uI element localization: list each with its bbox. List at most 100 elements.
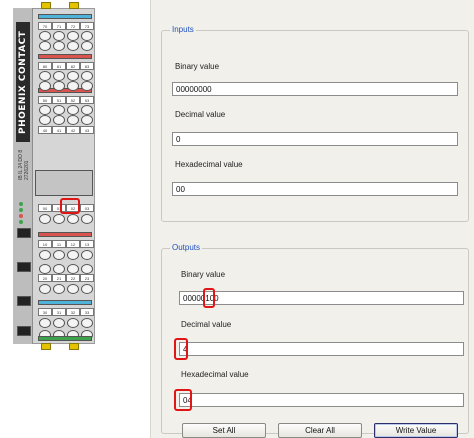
output-color-bar — [38, 336, 92, 341]
output-number: 32 — [66, 308, 80, 316]
inputs-hex-field[interactable]: 00 — [172, 182, 458, 196]
terminal-slot — [39, 31, 51, 41]
terminal-slot — [39, 115, 51, 125]
inputs-hex-label: Hexadecimal value — [175, 160, 243, 169]
terminal-number: 52 — [66, 96, 80, 104]
side-marker — [17, 326, 31, 336]
terminal-number: 40 — [38, 126, 52, 134]
model-code: IB IL 24 DO 8 2726201 — [18, 149, 30, 180]
terminal-slot — [81, 31, 93, 41]
inputs-decimal-label: Decimal value — [175, 110, 226, 119]
output-number: 22 — [66, 274, 80, 282]
outputs-hex-field[interactable]: 04 — [179, 393, 464, 407]
output-color-bar — [38, 232, 92, 237]
output-number: 31 — [52, 308, 66, 316]
output-number: 33 — [80, 308, 94, 316]
output-slot — [81, 250, 93, 260]
terminal-slot — [81, 105, 93, 115]
output-slot — [67, 264, 79, 274]
terminal-slot — [39, 105, 51, 115]
terminal-number: 82 — [66, 62, 80, 70]
top-clip — [41, 2, 51, 9]
output-number: 03 — [80, 204, 94, 212]
outputs-hex-label: Hexadecimal value — [181, 370, 249, 379]
terminal-number: 81 — [52, 62, 66, 70]
output-slot — [53, 214, 65, 224]
highlight-binary-bit — [203, 288, 215, 308]
brand-logo: PHOENIX CONTACT — [16, 22, 30, 142]
inputs-binary-field[interactable]: 00000000 — [172, 82, 458, 96]
output-number: 13 — [80, 240, 94, 248]
highlight-device-terminal — [60, 198, 80, 214]
highlight-hex-value — [174, 389, 192, 411]
terminal-number: 80 — [38, 62, 52, 70]
terminal-number: 53 — [80, 96, 94, 104]
terminal-slot — [53, 41, 65, 51]
output-slot — [81, 264, 93, 274]
output-number: 30 — [38, 308, 52, 316]
output-number: 12 — [66, 240, 80, 248]
output-slot — [39, 214, 51, 224]
bottom-clip — [41, 343, 51, 350]
status-led — [19, 208, 23, 212]
terminal-slot — [67, 31, 79, 41]
outputs-binary-field[interactable]: 00000100 — [179, 291, 464, 305]
output-slot — [81, 284, 93, 294]
terminal-slot — [81, 41, 93, 51]
terminal-slot — [39, 41, 51, 51]
inputs-decimal-field[interactable]: 0 — [172, 132, 458, 146]
terminal-number: 73 — [80, 22, 94, 30]
outputs-decimal-label: Decimal value — [181, 320, 232, 329]
output-number: 23 — [80, 274, 94, 282]
output-number: 11 — [52, 240, 66, 248]
highlight-decimal-value — [174, 338, 188, 360]
output-slot — [81, 214, 93, 224]
terminal-number: 43 — [80, 126, 94, 134]
write-value-button[interactable]: Write Value — [374, 423, 458, 438]
output-slot — [67, 284, 79, 294]
terminal-slot — [81, 71, 93, 81]
output-slot — [39, 284, 51, 294]
terminal-number: 42 — [66, 126, 80, 134]
terminal-slot — [53, 71, 65, 81]
clear-all-button[interactable]: Clear All — [278, 423, 362, 438]
top-clip — [69, 2, 79, 9]
status-led — [19, 214, 23, 218]
inputs-binary-label: Binary value — [175, 62, 220, 71]
terminal-number: 41 — [52, 126, 66, 134]
terminal-slot — [53, 115, 65, 125]
terminal-slot — [67, 105, 79, 115]
io-panel: Inputs Binary value 00000000 Decimal val… — [150, 0, 474, 438]
side-marker — [17, 262, 31, 272]
output-slot — [67, 318, 79, 328]
terminal-slot — [67, 41, 79, 51]
terminal-number: 71 — [52, 22, 66, 30]
output-slot — [39, 318, 51, 328]
terminal-slot — [81, 81, 93, 91]
output-slot — [67, 250, 79, 260]
terminal-slot — [53, 81, 65, 91]
terminal-slot — [81, 115, 93, 125]
terminal-number: 70 — [38, 22, 52, 30]
status-led — [19, 202, 23, 206]
output-slot — [67, 214, 79, 224]
terminal-color-bar — [38, 54, 92, 59]
terminal-number: 72 — [66, 22, 80, 30]
outputs-binary-label: Binary value — [181, 270, 226, 279]
output-slot — [39, 264, 51, 274]
terminal-number: 83 — [80, 62, 94, 70]
terminal-slot — [67, 71, 79, 81]
output-slot — [81, 318, 93, 328]
output-slot — [39, 250, 51, 260]
side-marker — [17, 228, 31, 238]
outputs-group-title: Outputs — [170, 243, 203, 252]
terminal-slot — [39, 81, 51, 91]
output-slot — [53, 318, 65, 328]
output-color-bar — [38, 300, 92, 305]
terminal-number: 50 — [38, 96, 52, 104]
outputs-decimal-field[interactable]: 4 — [179, 342, 464, 356]
set-all-button[interactable]: Set All — [182, 423, 266, 438]
output-number: 21 — [52, 274, 66, 282]
terminal-color-bar — [38, 14, 92, 19]
inputs-group-title: Inputs — [170, 25, 196, 34]
